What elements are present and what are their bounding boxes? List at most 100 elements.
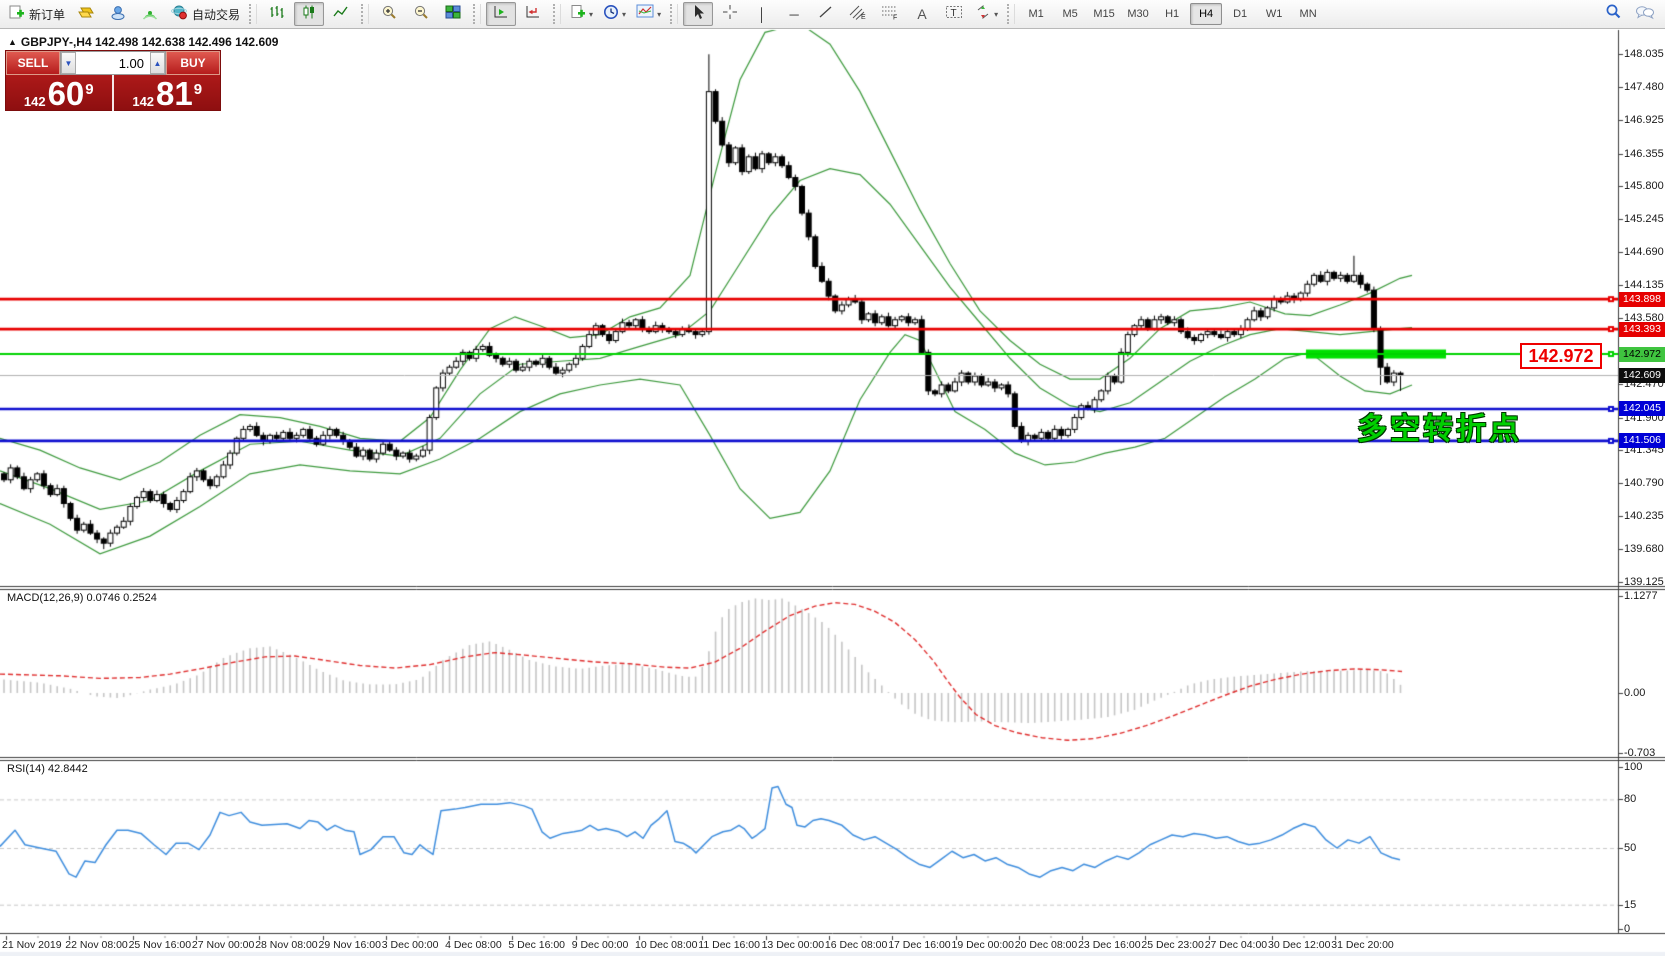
cursor-tool-button[interactable] (683, 2, 713, 26)
price-axis-tick: 146.925 (1624, 114, 1665, 126)
auto-scroll-button[interactable] (486, 2, 516, 26)
price-axis-tick: 147.480 (1624, 81, 1665, 93)
timeframe-d1[interactable]: D1 (1224, 3, 1256, 25)
chat-icon (1635, 4, 1655, 25)
date-axis-label: 27 Nov 00:00 (192, 939, 254, 951)
timeframe-m5[interactable]: M5 (1054, 3, 1086, 25)
timeframe-h1[interactable]: H1 (1156, 3, 1188, 25)
date-axis-label: 4 Dec 08:00 (445, 939, 502, 951)
symbol-ohlc-text: GBPJPY-,H4 142.498 142.638 142.496 142.6… (21, 35, 279, 49)
search-button[interactable] (1598, 2, 1628, 26)
rsi-axis-tick: 15 (1624, 899, 1665, 911)
auto-scroll-icon (493, 4, 509, 25)
signals-button[interactable] (135, 2, 165, 26)
toolbar-separator (249, 4, 257, 24)
buy-price-pips: 81 (156, 79, 193, 109)
clock-icon (603, 4, 619, 25)
sell-price-display[interactable]: 142609 (6, 75, 112, 111)
price-axis-tick: 140.790 (1624, 477, 1665, 489)
price-axis-tick: 145.800 (1624, 180, 1665, 192)
svg-text:E: E (861, 14, 866, 20)
svg-text:T: T (951, 8, 957, 19)
chart-shift-button[interactable] (518, 2, 548, 26)
main-toolbar: 新订单 自动交易 ▾ ▾ ▾ │ ─ E F A T ▾ (0, 0, 1665, 29)
symbol-ohlc-header: ▲GBPJPY-,H4 142.498 142.638 142.496 142.… (8, 35, 278, 49)
fibonacci-icon: F (881, 4, 899, 25)
chart-canvas[interactable] (0, 0, 1665, 956)
sell-button[interactable]: SELL (6, 51, 60, 75)
gold-button[interactable] (71, 2, 101, 26)
trendline-tool-button[interactable] (811, 2, 841, 26)
new-order-label: 新订单 (29, 6, 65, 23)
chevron-down-icon: ▾ (657, 10, 661, 19)
date-axis-label: 16 Dec 08:00 (825, 939, 887, 951)
date-axis-label: 20 Dec 08:00 (1015, 939, 1077, 951)
buy-button[interactable]: BUY (166, 51, 220, 75)
autotrade-button[interactable]: 自动交易 (167, 2, 244, 26)
price-axis-tick: 145.245 (1624, 213, 1665, 225)
zoom-in-button[interactable] (374, 2, 404, 26)
buy-price-display[interactable]: 142819 (114, 75, 220, 111)
templates-button[interactable]: ▾ (566, 2, 597, 26)
text-label-tool-button[interactable]: T (939, 2, 969, 26)
crosshair-icon (722, 4, 738, 25)
line-chart-icon (333, 4, 349, 25)
price-level-tag: 142.045 (1619, 401, 1665, 416)
bar-chart-icon (269, 4, 285, 25)
timeframe-h4[interactable]: H4 (1190, 3, 1222, 25)
fibonacci-tool-button[interactable]: F (875, 2, 905, 26)
indicators-button[interactable]: ▾ (632, 2, 665, 26)
macd-axis-tick: 0.00 (1624, 687, 1665, 699)
price-level-tag: 142.609 (1619, 368, 1665, 383)
new-order-button[interactable]: 新订单 (5, 2, 69, 26)
date-axis-label: 23 Dec 16:00 (1078, 939, 1140, 951)
bar-chart-button[interactable] (262, 2, 292, 26)
template-icon (570, 4, 586, 25)
toolbar-separator (473, 4, 481, 24)
date-axis-label: 13 Dec 00:00 (762, 939, 824, 951)
tile-windows-icon (445, 4, 461, 25)
tile-windows-button[interactable] (438, 2, 468, 26)
sell-price-pipette: 9 (85, 83, 93, 97)
new-order-icon (9, 4, 25, 25)
timeframe-mn[interactable]: MN (1292, 3, 1324, 25)
period-button[interactable]: ▾ (599, 2, 630, 26)
price-axis-tick: 139.680 (1624, 543, 1665, 555)
date-axis-label: 19 Dec 00:00 (952, 939, 1014, 951)
community-button[interactable] (103, 2, 133, 26)
date-axis-label: 28 Nov 08:00 (255, 939, 317, 951)
candlestick-chart-button[interactable] (294, 2, 324, 26)
sell-price-major: 142 (24, 94, 46, 109)
arrows-tool-button[interactable]: ▾ (971, 2, 1002, 26)
channel-tool-button[interactable]: E (843, 2, 873, 26)
chat-button[interactable] (1630, 2, 1660, 26)
price-level-tag: 141.506 (1619, 433, 1665, 448)
horizontal-line-tool-button[interactable]: ─ (779, 2, 809, 26)
zoom-in-icon (381, 4, 397, 25)
price-level-tag: 143.393 (1619, 322, 1665, 337)
candlestick-chart-icon (301, 4, 317, 25)
zoom-out-button[interactable] (406, 2, 436, 26)
price-axis-tick: 146.355 (1624, 148, 1665, 160)
vertical-line-tool-button[interactable]: │ (747, 2, 777, 26)
volume-decrease-button[interactable]: ▼ (61, 52, 76, 74)
text-tool-button[interactable]: A (907, 2, 937, 26)
crosshair-tool-button[interactable] (715, 2, 745, 26)
arrows-icon (975, 4, 991, 25)
volume-input[interactable]: 1.00 (76, 52, 150, 74)
search-icon (1605, 3, 1622, 25)
macd-axis-tick: 1.1277 (1624, 590, 1665, 602)
zoom-out-icon (413, 4, 429, 25)
date-axis-label: 9 Dec 00:00 (572, 939, 629, 951)
chevron-down-icon: ▾ (622, 10, 626, 19)
timeframe-m30[interactable]: M30 (1122, 3, 1154, 25)
chevron-down-icon: ▾ (994, 10, 998, 19)
price-callout-label[interactable]: 142.972 (1520, 343, 1602, 369)
volume-increase-button[interactable]: ▲ (150, 52, 165, 74)
timeframe-m15[interactable]: M15 (1088, 3, 1120, 25)
timeframe-m1[interactable]: M1 (1020, 3, 1052, 25)
timeframe-w1[interactable]: W1 (1258, 3, 1290, 25)
pivot-annotation-text[interactable]: 多空转折点 (1357, 404, 1522, 448)
line-chart-button[interactable] (326, 2, 356, 26)
date-axis-label: 21 Nov 2019 (2, 939, 62, 951)
